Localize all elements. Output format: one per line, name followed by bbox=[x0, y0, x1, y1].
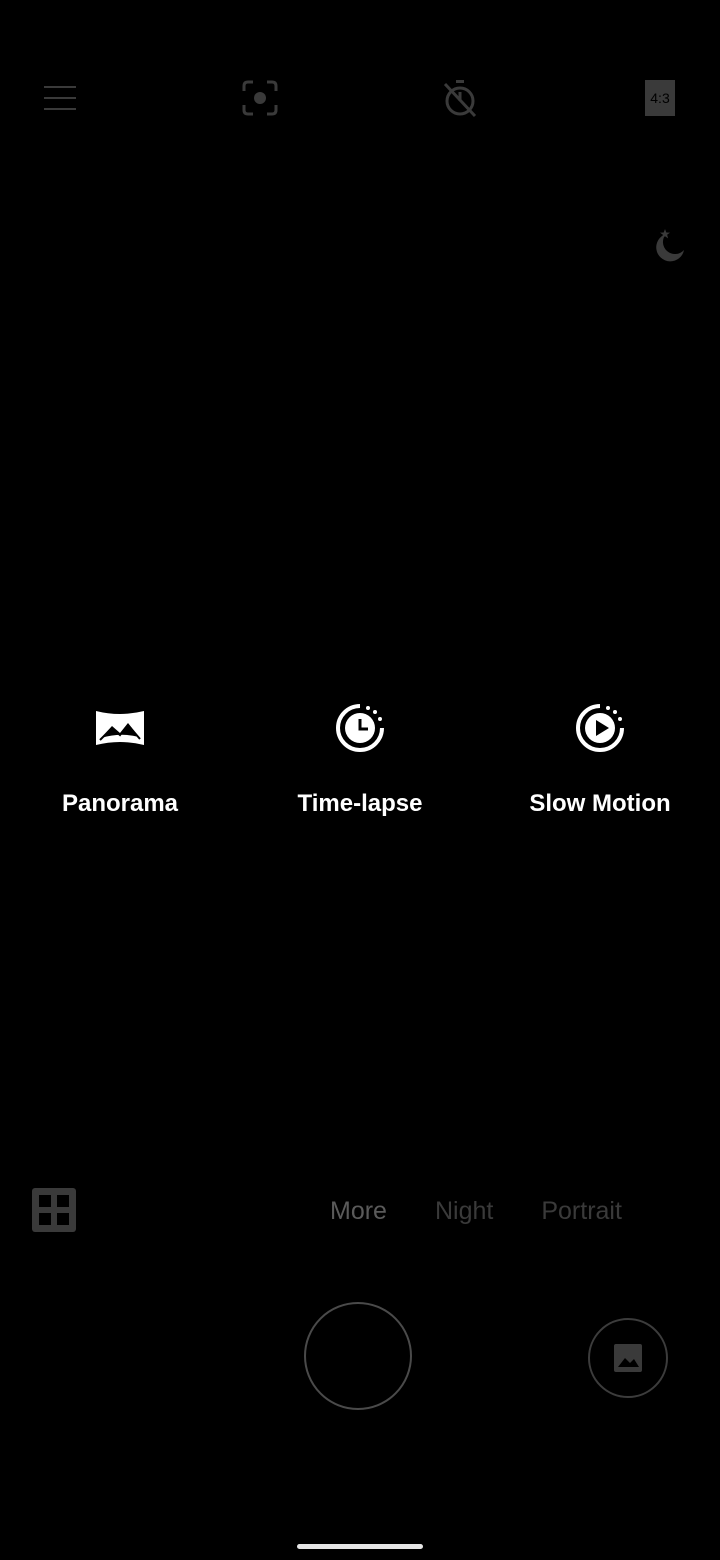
time-lapse-icon bbox=[332, 700, 388, 756]
aspect-ratio-button[interactable]: 4:3 bbox=[640, 78, 680, 118]
tab-portrait[interactable]: Portrait bbox=[517, 1192, 646, 1230]
gallery-image-icon bbox=[614, 1344, 642, 1372]
mode-time-lapse[interactable]: Time-lapse bbox=[240, 700, 480, 818]
camera-screen: 4:3 Panorama Time-lapse Slow Motion More… bbox=[0, 0, 720, 1560]
apps-grid-button[interactable] bbox=[32, 1188, 76, 1232]
timer-button[interactable] bbox=[440, 78, 480, 118]
panorama-label: Panorama bbox=[61, 790, 179, 817]
tab-night[interactable]: Night bbox=[411, 1192, 517, 1230]
mode-panorama[interactable]: Panorama bbox=[0, 700, 240, 818]
slow-motion-label: Slow Motion bbox=[529, 790, 671, 817]
hamburger-menu-icon bbox=[44, 86, 76, 110]
slow-motion-icon bbox=[572, 700, 628, 756]
time-lapse-label: Time-lapse bbox=[297, 790, 423, 817]
grid-apps-icon bbox=[32, 1188, 76, 1232]
focus-target-icon bbox=[242, 80, 278, 116]
home-indicator[interactable] bbox=[297, 1544, 423, 1549]
mode-slow-motion[interactable]: Slow Motion bbox=[480, 700, 720, 818]
gallery-button[interactable] bbox=[588, 1318, 668, 1398]
moon-star-icon bbox=[656, 229, 684, 262]
timer-off-icon bbox=[443, 80, 477, 118]
night-mode-indicator[interactable] bbox=[648, 226, 688, 266]
panorama-icon bbox=[92, 700, 148, 756]
shutter-button[interactable] bbox=[304, 1302, 412, 1410]
aspect-ratio-label: 4:3 bbox=[650, 90, 670, 106]
focus-button[interactable] bbox=[240, 78, 280, 118]
mode-tab-bar: More Night Portrait bbox=[306, 1192, 646, 1230]
tab-more[interactable]: More bbox=[306, 1192, 411, 1230]
menu-button[interactable] bbox=[40, 78, 80, 118]
